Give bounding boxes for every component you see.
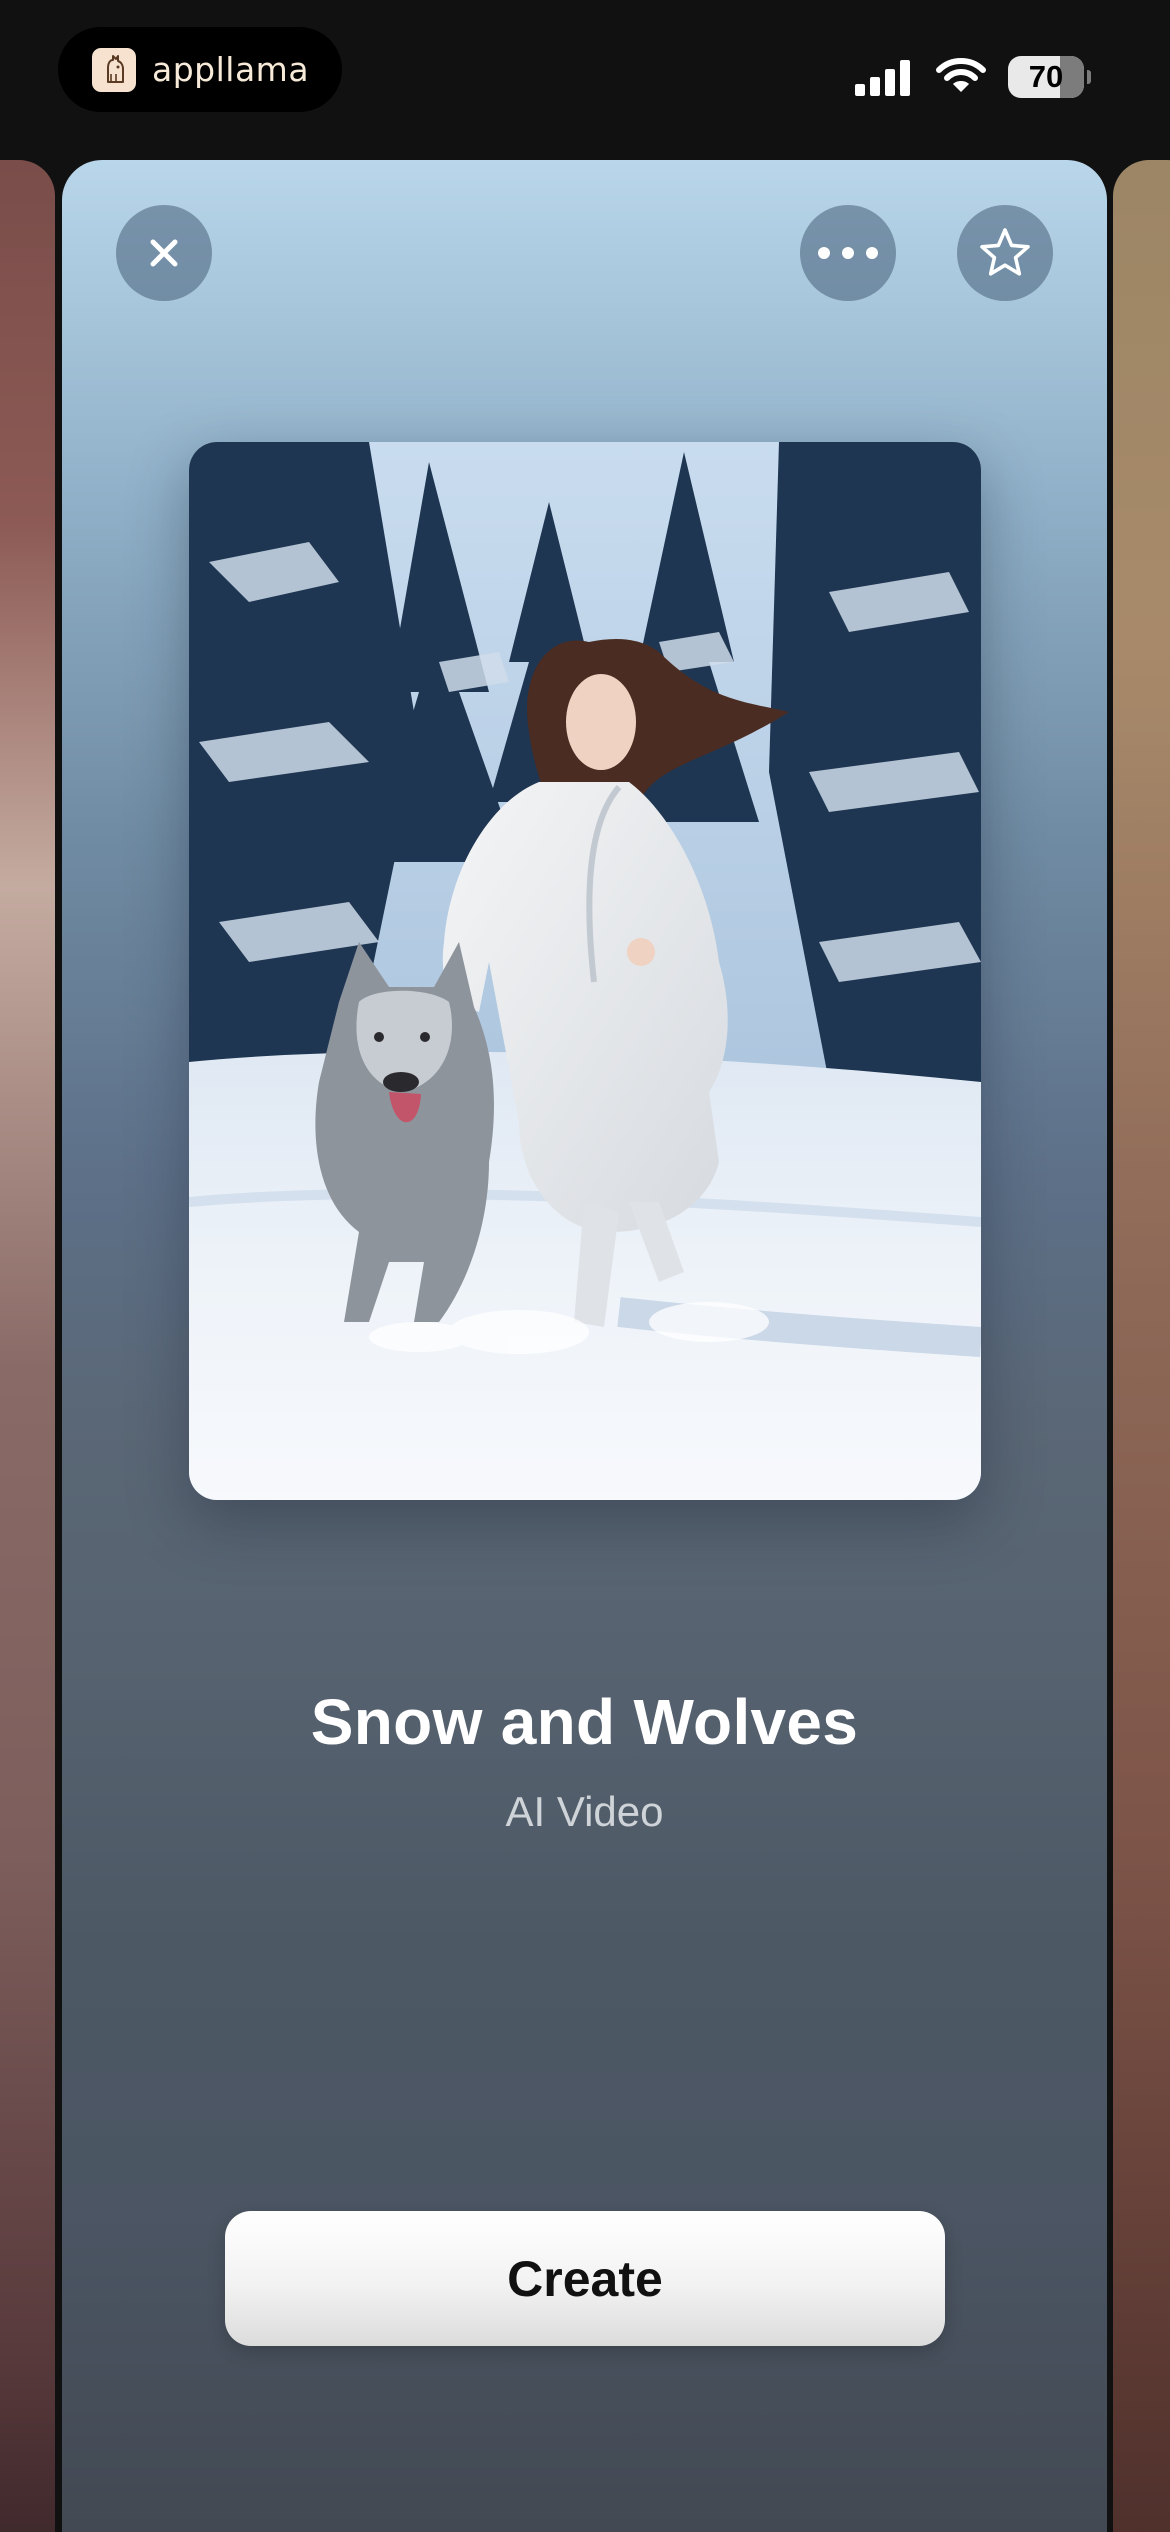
favorite-button[interactable]: [957, 205, 1053, 301]
card-title: Snow and Wolves: [310, 1686, 859, 1758]
more-options-button[interactable]: [800, 205, 896, 301]
previous-card[interactable]: [0, 160, 55, 2532]
battery-level: 70: [1028, 59, 1064, 94]
screen: appllama 70 Snow and Wolves AI Video Cre…: [0, 0, 1170, 2532]
brand-name: appllama: [152, 50, 310, 89]
cellular-signal-icon: [855, 58, 915, 98]
brand-pill[interactable]: appllama: [58, 27, 342, 112]
star-icon: [980, 228, 1030, 276]
close-button[interactable]: [116, 205, 212, 301]
next-card[interactable]: [1113, 160, 1170, 2532]
battery-indicator: 70: [1008, 56, 1091, 98]
llama-logo-icon: [92, 47, 136, 92]
status-bar: appllama 70: [0, 0, 1170, 160]
battery-body: 70: [1008, 56, 1084, 98]
create-button[interactable]: Create: [225, 2211, 945, 2346]
more-horizontal-icon: [818, 247, 878, 259]
battery-cap: [1087, 70, 1091, 84]
card-subtitle: AI Video: [505, 1788, 664, 1835]
preview-image[interactable]: [189, 442, 981, 1500]
close-icon: [150, 239, 178, 267]
template-card: Snow and Wolves AI Video Create: [62, 160, 1107, 2532]
wifi-icon: [935, 56, 987, 96]
